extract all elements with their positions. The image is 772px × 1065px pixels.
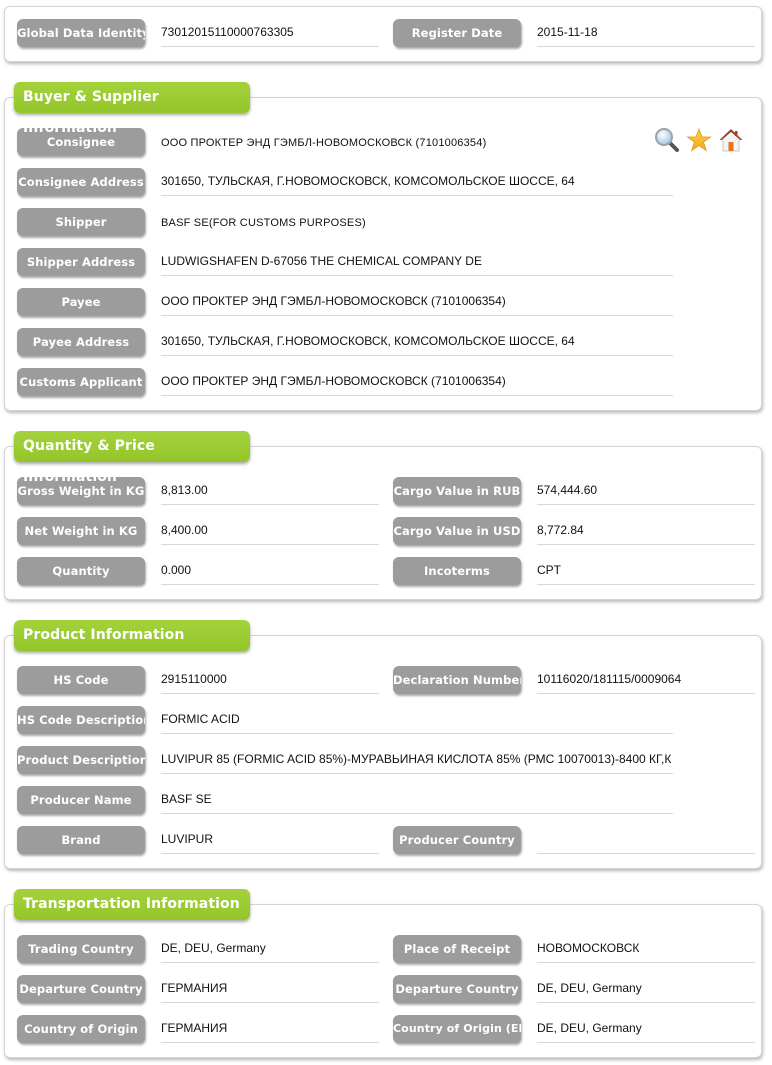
quantity-value: 0.000 xyxy=(161,561,379,585)
payee-address-value: 301650, ТУЛЬСКАЯ, Г.НОВОМОСКОВСК, КОМСОМ… xyxy=(161,332,673,356)
hs-code-description-value: FORMIC ACID xyxy=(161,710,673,734)
cargo-value-rub-value: 574,444.60 xyxy=(537,481,755,505)
transportation-panel: Trading Country DE, DEU, Germany Place o… xyxy=(4,904,762,1058)
departure-country-en-label: Departure Country xyxy=(393,975,521,1003)
producer-country-label: Producer Country xyxy=(393,826,521,854)
cargo-value-usd-label: Cargo Value in USD xyxy=(393,517,521,545)
payee-label: Payee xyxy=(17,288,145,316)
producer-name-value: BASF SE xyxy=(161,790,673,814)
incoterms-value: CPT xyxy=(537,561,755,585)
hs-code-value: 2915110000 xyxy=(161,670,379,694)
buyer-supplier-panel: Consignee ООО ПРОКТЕР ЭНД ГЭМБЛ-НОВОМОСК… xyxy=(4,97,762,411)
net-weight-value: 8,400.00 xyxy=(161,521,379,545)
section-title-quantity-price: Quantity & Price Information xyxy=(14,431,250,485)
global-data-identity-label: Global Data Identity xyxy=(17,19,145,47)
country-of-origin-en-value: DE, DEU, Germany xyxy=(537,1019,755,1043)
brand-value: LUVIPUR xyxy=(161,830,379,854)
register-date-value: 2015-11-18 xyxy=(537,23,755,47)
country-of-origin-value: ГЕРМАНИЯ xyxy=(161,1019,379,1043)
customs-applicant-label: Customs Applicant xyxy=(17,368,145,396)
cargo-value-usd-value: 8,772.84 xyxy=(537,521,755,545)
declaration-number-value: 10116020/181115/0009064 xyxy=(537,670,755,694)
product-panel: HS Code 2915110000 Declaration Number 10… xyxy=(4,635,762,869)
section-title-transportation: Transportation Information xyxy=(14,889,250,920)
quantity-price-panel: Gross Weight in KG 8,813.00 Cargo Value … xyxy=(4,446,762,600)
star-icon[interactable] xyxy=(686,127,712,153)
payee-value: ООО ПРОКТЕР ЭНД ГЭМБЛ-НОВОМОСКОВСК (7101… xyxy=(161,292,673,316)
departure-country-value: ГЕРМАНИЯ xyxy=(161,979,379,1003)
consignee-address-label: Consignee Address xyxy=(17,168,145,196)
section-title-buyer-supplier: Buyer & Supplier Information xyxy=(14,82,250,136)
hs-code-label: HS Code xyxy=(17,666,145,694)
shipper-address-value: LUDWIGSHAFEN D-67056 THE CHEMICAL COMPAN… xyxy=(161,252,673,276)
departure-country-en-value: DE, DEU, Germany xyxy=(537,979,755,1003)
identity-panel: Global Data Identity 7301201511000076330… xyxy=(4,6,762,62)
register-date-label: Register Date xyxy=(393,19,521,47)
incoterms-label: Incoterms xyxy=(393,557,521,585)
producer-name-label: Producer Name xyxy=(17,786,145,814)
country-of-origin-en-label: Country of Origin (EN) xyxy=(393,1015,521,1043)
global-data-identity-value: 73012015110000763305 xyxy=(161,23,379,47)
net-weight-label: Net Weight in KG xyxy=(17,517,145,545)
consignee-value: ООО ПРОКТЕР ЭНД ГЭМБЛ-НОВОМОСКОВСК (7101… xyxy=(161,137,487,149)
brand-label: Brand xyxy=(17,826,145,854)
section-title-product: Product Information xyxy=(14,620,250,651)
country-of-origin-label: Country of Origin xyxy=(17,1015,145,1043)
customs-applicant-value: ООО ПРОКТЕР ЭНД ГЭМБЛ-НОВОМОСКОВСК (7101… xyxy=(161,372,673,396)
declaration-number-label: Declaration Number xyxy=(393,666,521,694)
trading-country-label: Trading Country xyxy=(17,935,145,963)
quantity-label: Quantity xyxy=(17,557,145,585)
shipper-address-label: Shipper Address xyxy=(17,248,145,276)
shipper-label: Shipper xyxy=(17,208,145,236)
product-description-value: LUVIPUR 85 (FORMIC ACID 85%)-МУРАВЬИНАЯ … xyxy=(161,750,673,774)
place-of-receipt-value: НОВОМОСКОВСК xyxy=(537,939,755,963)
gross-weight-value: 8,813.00 xyxy=(161,481,379,505)
consignee-address-value: 301650, ТУЛЬСКАЯ, Г.НОВОМОСКОВСК, КОМСОМ… xyxy=(161,172,673,196)
action-icons xyxy=(654,127,744,153)
product-description-label: Product Description xyxy=(17,746,145,774)
hs-code-description-label: HS Code Description xyxy=(17,706,145,734)
trading-country-value: DE, DEU, Germany xyxy=(161,939,379,963)
payee-address-label: Payee Address xyxy=(17,328,145,356)
shipper-value: BASF SE(FOR CUSTOMS PURPOSES) xyxy=(161,217,366,229)
search-icon[interactable] xyxy=(654,127,680,153)
producer-country-value xyxy=(537,830,755,854)
place-of-receipt-label: Place of Receipt xyxy=(393,935,521,963)
home-icon[interactable] xyxy=(718,127,744,153)
cargo-value-rub-label: Cargo Value in RUB xyxy=(393,477,521,505)
departure-country-label: Departure Country xyxy=(17,975,145,1003)
